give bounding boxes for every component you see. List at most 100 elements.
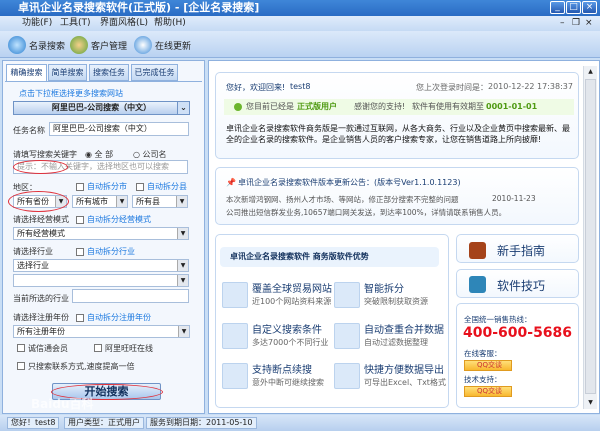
status-bar: 您好！test8 用户类型：正式用户 服务到期日期：2011-05-10 [0,415,600,431]
auto-mode-checkbox[interactable] [76,216,84,224]
license-bar: 您目前已经是 正式版用户 感谢您的支持! 软件有使用有效期至 0001-01-0… [224,99,574,115]
feature-item: 覆盖全球贸易网站 近100个网站资料来源 [222,280,337,310]
task-name-input[interactable]: 阿里巴巴-公司搜索（中文） [49,122,189,136]
tab-search-tasks[interactable]: 搜索任务 [89,64,129,81]
online-service-qq-button[interactable]: QQ交谈 [464,360,512,371]
dropdown-arrow-icon: ▼ [116,196,127,207]
download-icon [134,36,152,54]
welcome-panel: 您好，欢迎回来! test8 您上次登录时间是： 2010-12-22 17:3… [215,72,579,159]
radio-all[interactable]: ◉ 全 部 [85,149,113,160]
mdi-minimize-icon[interactable]: – [560,16,565,31]
mdi-restore-icon[interactable]: ❐ [572,16,580,31]
advantages-panel: 卓讯企业名录搜索软件 商务版软件优势 覆盖全球贸易网站 近100个网站资料来源 智… [215,234,449,408]
title-bar: 卓讯企业名录搜索软件(正式版) - [企业名录搜索] [0,0,600,16]
site-select[interactable]: 阿里巴巴-公司搜索（中文） ⌄ [13,101,190,115]
annotation-oval [8,191,69,212]
status-greeting: 您好！test8 [7,417,60,429]
window-title: 卓讯企业名录搜索软件(正式版) - [企业名录搜索] [18,1,260,14]
last-login-time: 2010-12-22 17:38:37 [488,82,573,91]
vertical-scrollbar[interactable]: ▲ ▼ [583,66,597,409]
auto-year-checkbox[interactable] [76,314,84,322]
home-panel: 您好，欢迎回来! test8 您上次登录时间是： 2010-12-22 17:3… [208,60,600,414]
check-icon [234,103,242,111]
status-user-type: 用户类型：正式用户 [64,417,144,429]
industry-label: 请选择行业 [13,247,53,256]
beginner-guide-button[interactable]: 新手指南 [456,234,579,263]
watermark: Baidu百科 [31,397,94,411]
tips-icon [469,276,486,293]
dropdown-arrow-icon: ▼ [177,260,188,271]
feature-item: 自定义搜索条件 多达7000个不同行业 [222,321,337,351]
menu-bar: 功能(F) 工具(T) 界面风格(L) 帮助(H) – ❐ × [0,16,600,31]
current-industry-label: 当前所选的行业 [13,294,69,303]
contact-only-checkbox[interactable] [17,362,25,370]
keyword-label: 请填写搜索关键字 [13,150,77,159]
feature-item: 支持断点续搜 意外中断可继续搜索 [222,361,337,391]
mode-label: 请选择经营模式 [13,215,69,224]
hotline-number: 400-600-5686 [463,325,573,341]
mdi-close-icon[interactable]: × [585,16,593,31]
users-icon [70,36,88,54]
menu-tools[interactable]: 工具(T) [60,16,91,31]
sub-industry-select[interactable]: ▼ [13,274,189,287]
tech-support-qq-button[interactable]: QQ交谈 [464,386,512,397]
search-icon [222,363,248,389]
table-icon [334,363,360,389]
minimize-button[interactable]: _ [550,1,565,14]
current-industry-input[interactable] [72,289,189,303]
dropdown-arrow-icon: ▼ [178,326,189,337]
county-select[interactable]: 所有县 ▼ [132,195,188,208]
tab-exact-search[interactable]: 精确搜索 [6,64,47,82]
chevron-down-icon: ⌄ [177,102,189,114]
feature-item: 快捷方便数据导出 可导出Excel、Txt格式 [334,361,449,391]
year-select[interactable]: 所有注册年份 ▼ [13,325,190,338]
product-description: 卓讯企业名录搜索软件商务版是一款通过互联网，从各大商务、行业以及企业黄页中搜索最… [226,124,570,144]
site-hint-link[interactable]: 点击下拉框选择更多搜索网站 [19,88,123,99]
business-mode-select[interactable]: 所有经营模式 ▼ [13,227,189,240]
folder-icon [334,323,360,349]
chart-icon [222,282,248,308]
pin-icon: 📌 [226,178,236,187]
wangwang-online-checkbox[interactable] [94,344,102,352]
contact-panel: 全国统一销售热线： 400-600-5686 在线客服： QQ交谈 技术支持： … [456,303,579,408]
annotation-oval [13,160,68,174]
industry-select[interactable]: 选择行业 ▼ [13,259,189,272]
city-select[interactable]: 所有城市 ▼ [72,195,128,208]
license-type: 正式版用户 [297,102,337,111]
radio-company-name[interactable]: ○ 公司名 [133,149,167,160]
feature-item: 自动查重合并数据 自动过滤数据整理 [334,321,449,351]
status-expire-date: 服务到期日期：2011-05-10 [146,417,257,429]
scrollbar-thumb[interactable] [585,79,596,394]
dropdown-arrow-icon: ▼ [177,275,188,286]
notice-title[interactable]: 卓讯企业名录搜索软件版本更新公告：(版本号Ver1.1.0.1123) [238,177,461,188]
online-update-button[interactable]: 在线更新 [134,35,191,55]
magnifier-icon [8,36,26,54]
feature-item: 智能拆分 突破限制获取资源 [334,280,449,310]
year-label: 请选择注册年份 [13,313,69,322]
dropdown-arrow-icon: ▼ [176,196,187,207]
scroll-up-icon[interactable]: ▲ [584,66,597,78]
customer-management-button[interactable]: 客户管理 [70,35,127,55]
menu-skin[interactable]: 界面风格(L) [100,16,148,31]
book-icon [469,242,486,259]
person-icon [334,282,360,308]
globe-icon [222,323,248,349]
notice-panel: 📌 卓讯企业名录搜索软件版本更新公告：(版本号Ver1.1.0.1123) 本次… [215,167,579,225]
auto-city-checkbox[interactable] [76,183,84,191]
close-button[interactable]: × [582,1,597,14]
software-tips-button[interactable]: 软件技巧 [456,269,579,298]
tab-completed-tasks[interactable]: 已完成任务 [131,64,178,81]
chengxintong-checkbox[interactable] [17,344,25,352]
valid-until: 0001-01-01 [486,102,538,111]
maximize-button[interactable]: □ [566,1,581,14]
directory-search-button[interactable]: 名录搜索 [8,35,65,55]
username: test8 [290,82,311,91]
scroll-down-icon[interactable]: ▼ [584,397,597,409]
menu-function[interactable]: 功能(F) [22,16,52,31]
search-panel: 精确搜索 简单搜索 搜索任务 已完成任务 点击下拉框选择更多搜索网站 阿里巴巴-… [2,60,205,414]
toolbar: 名录搜索 客户管理 在线更新 [0,31,600,58]
tab-simple-search[interactable]: 简单搜索 [48,64,87,81]
auto-county-checkbox[interactable] [136,183,144,191]
menu-help[interactable]: 帮助(H) [154,16,186,31]
auto-industry-checkbox[interactable] [76,248,84,256]
